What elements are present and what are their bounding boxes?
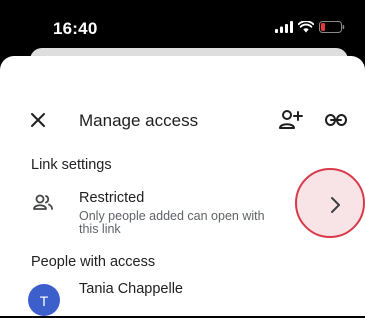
battery-icon — [319, 21, 345, 33]
wifi-icon — [298, 21, 314, 33]
restricted-title: Restricted — [79, 190, 145, 206]
people-with-access-label: People with access — [31, 254, 156, 270]
status-time: 16:40 — [53, 19, 98, 38]
person-row[interactable]: T Tania Chappelle — [0, 280, 365, 316]
person-name: Tania Chappelle — [79, 281, 183, 297]
avatar: T — [28, 284, 60, 316]
signal-icon — [275, 21, 293, 33]
chevron-right-icon[interactable] — [328, 196, 342, 214]
people-icon — [33, 194, 53, 210]
status-icons — [275, 21, 345, 33]
person-add-icon[interactable] — [279, 109, 303, 131]
header: Manage access — [0, 104, 365, 136]
link-settings-label: Link settings — [31, 157, 112, 173]
restricted-description: Only people added can open with this lin… — [79, 209, 265, 236]
close-icon[interactable] — [30, 112, 46, 128]
page-title: Manage access — [79, 111, 199, 130]
link-icon[interactable] — [325, 110, 347, 130]
